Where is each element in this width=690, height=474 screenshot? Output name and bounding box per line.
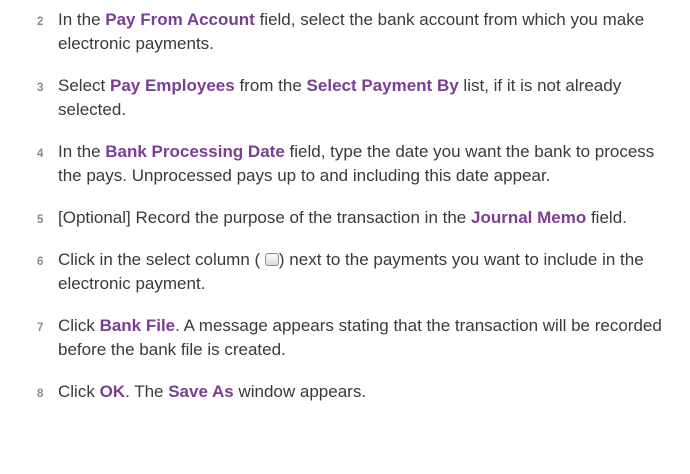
step-number: 2 [37,16,44,28]
step-number: 6 [37,256,44,268]
step-item: 2 In the Pay From Account field, select t… [0,8,690,56]
ui-term: Save As [168,382,234,401]
step-text: In the Bank Processing Date field, type … [58,142,654,185]
ui-term: Bank Processing Date [105,142,285,161]
step-text-segment: Click [58,382,100,401]
ui-term: Journal Memo [470,208,587,227]
step-text-segment: Select [58,76,110,95]
ui-term: OK [99,382,126,401]
step-text-segment: Click [58,316,100,335]
checkbox-icon [264,253,279,266]
ui-term: Bank File [99,316,176,335]
step-item: 4 In the Bank Processing Date field, type… [0,140,690,188]
step-text-segment: In the [58,142,106,161]
step-number: 5 [37,214,44,226]
step-text-segment: from the [234,76,307,95]
step-item: 5 [Optional] Record the purpose of the tr… [0,206,690,230]
step-text-segment: [Optional] Record the purpose of the tra… [58,208,471,227]
ui-term: Select Payment By [306,76,459,95]
procedure-steps: 2 In the Pay From Account field, select t… [0,8,690,422]
step-text: Click in the select column ( ) next to t… [58,250,644,293]
step-item: 3 Select Pay Employees from the Select Pa… [0,74,690,122]
step-number: 7 [37,322,44,334]
step-text-segment: . The [125,382,169,401]
step-text-segment: field. [586,208,627,227]
step-item: 8 Click OK. The Save As window appears. [0,380,690,404]
step-number: 4 [37,148,44,160]
step-item: 6 Click in the select column ( ) next to … [0,248,690,296]
step-text: Select Pay Employees from the Select Pay… [58,76,621,119]
step-text: [Optional] Record the purpose of the tra… [58,208,627,227]
step-item: 7 Click Bank File. A message appears stat… [0,314,690,362]
ui-term: Pay From Account [105,10,255,29]
step-number: 8 [37,388,44,400]
step-number: 3 [37,82,44,94]
step-text: In the Pay From Account field, select th… [58,10,644,53]
step-text-segment: In the [58,10,106,29]
step-text-segment: Click in the select column ( [58,250,265,269]
step-text: Click Bank File. A message appears stati… [58,316,662,359]
step-text: Click OK. The Save As window appears. [58,382,366,401]
ui-term: Pay Employees [109,76,235,95]
step-text-segment: window appears. [233,382,367,401]
